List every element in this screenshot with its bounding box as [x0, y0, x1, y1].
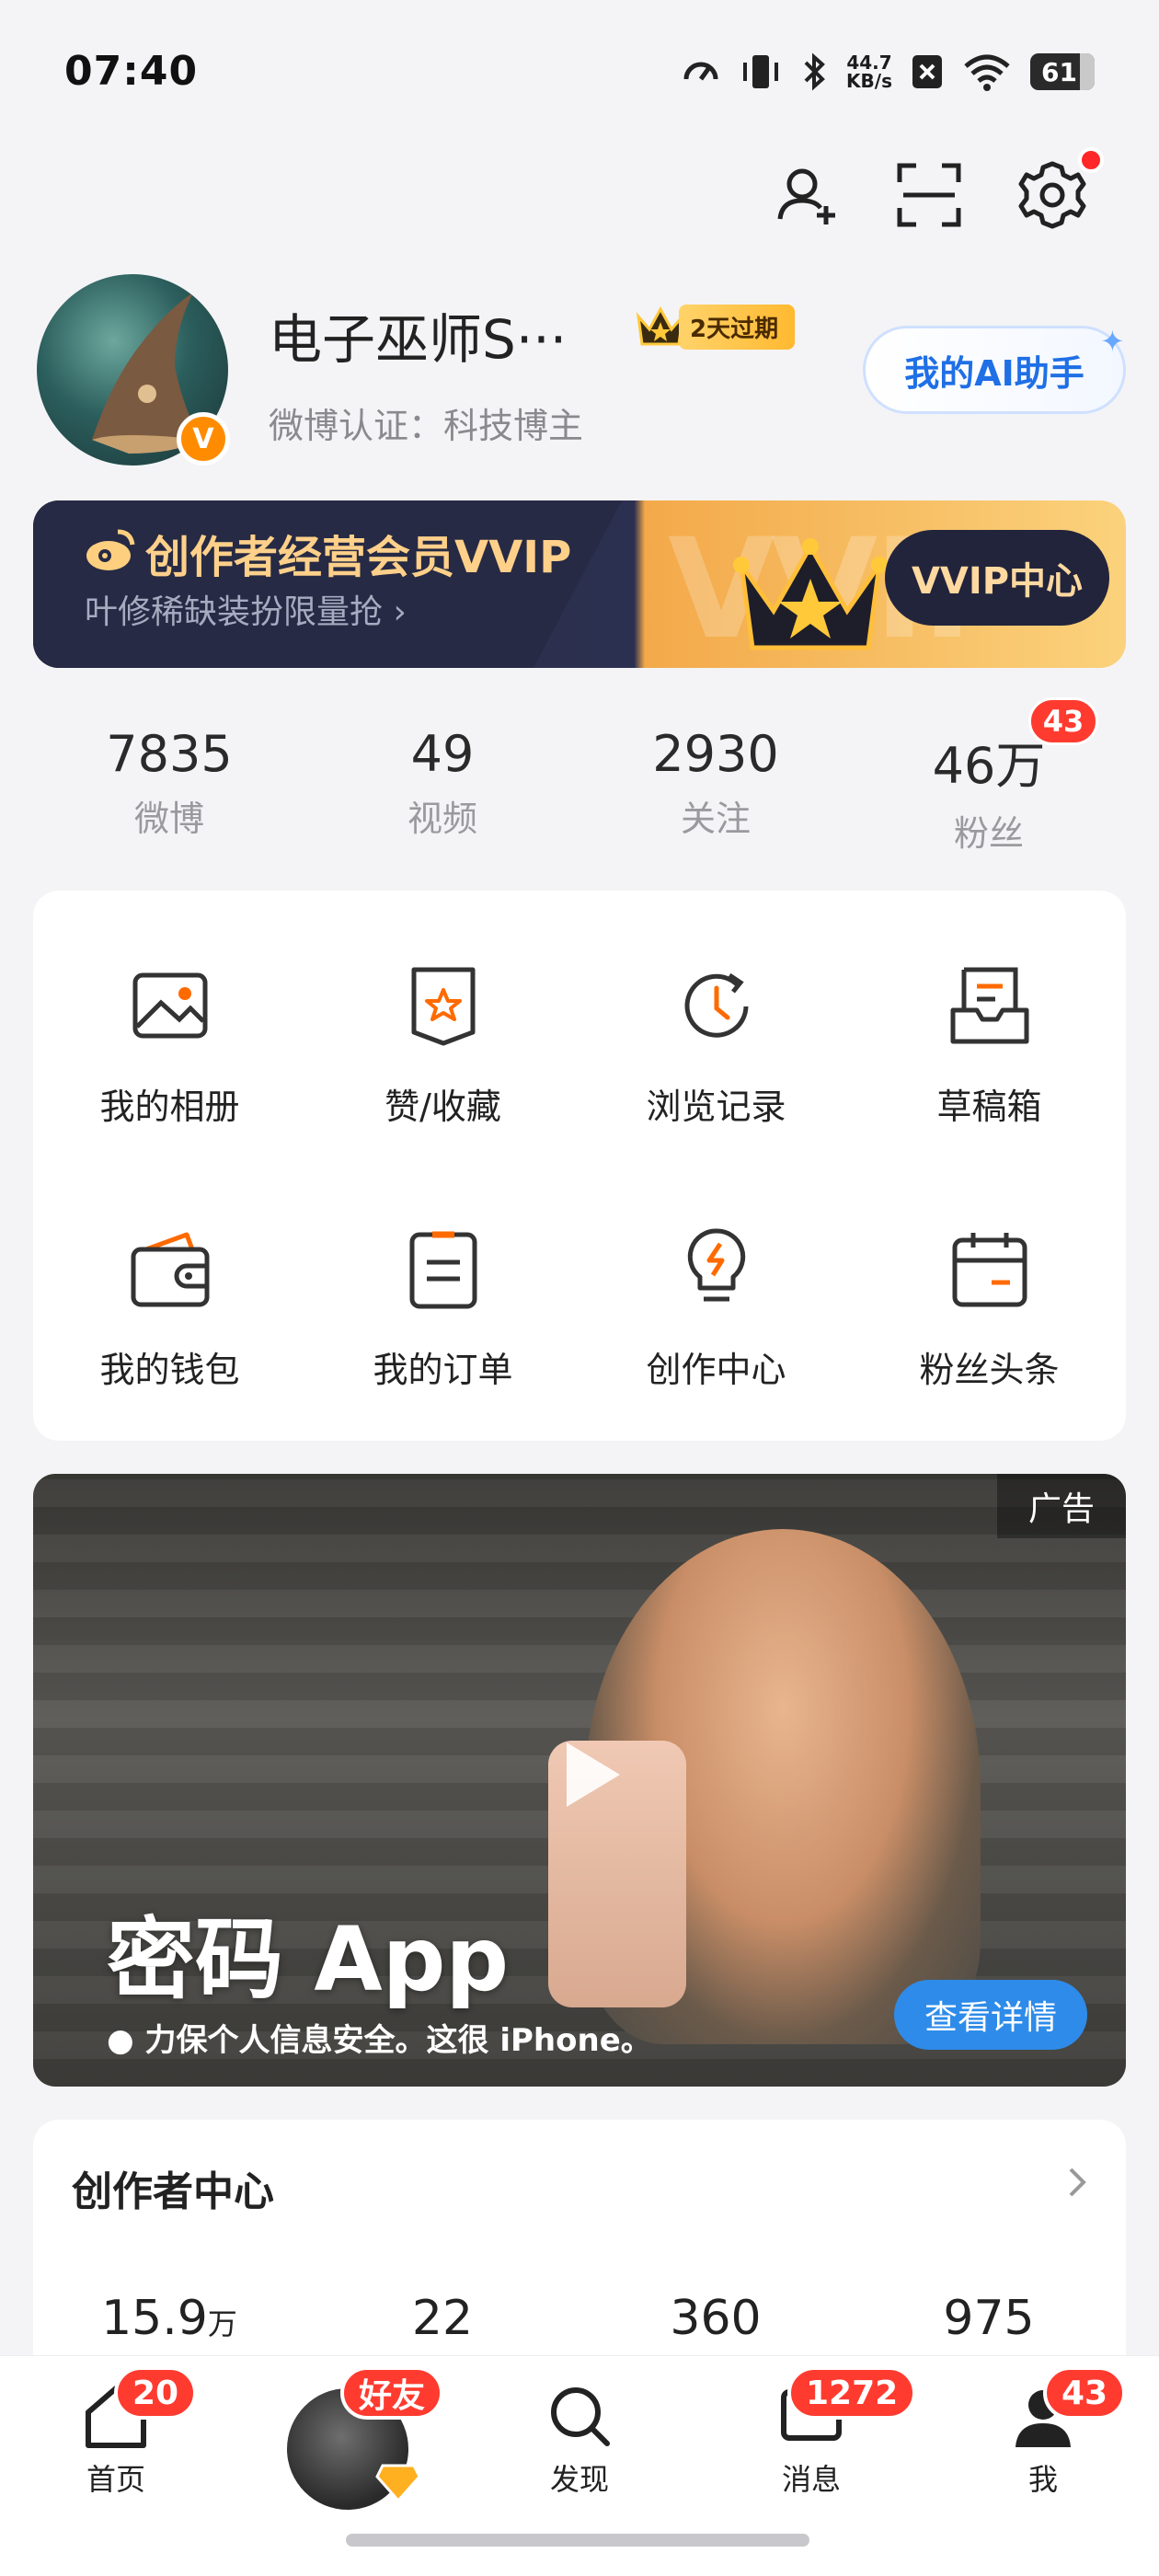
grid-item-orders[interactable]: 我的订单	[306, 1154, 580, 1411]
nav-label: 首页	[86, 2462, 145, 2497]
grid-item-drafts[interactable]: 草稿箱	[853, 891, 1126, 1148]
sim-off-icon	[912, 55, 942, 88]
stat-following[interactable]: 2930 关注	[578, 725, 854, 841]
calendar-icon	[952, 1233, 1027, 1307]
vvip-title: 创作者经营会员VVIP	[145, 532, 572, 583]
vvip-banner[interactable]: VVIP 创作者经营会员VVIP 叶修稀缺装扮限量抢 › VVIP中心	[33, 500, 1126, 668]
play-icon[interactable]	[548, 1733, 631, 1816]
grid-item-fan-headlines[interactable]: 粉丝头条	[853, 1154, 1126, 1411]
verification-text: 微博认证：科技博主	[269, 406, 584, 446]
grid-item-history[interactable]: 浏览记录	[580, 891, 853, 1148]
nav-badge: 43	[1043, 2366, 1127, 2420]
settings-notification-dot	[1078, 147, 1104, 173]
home-indicator[interactable]	[346, 2534, 809, 2547]
stat-value: 2930	[652, 725, 779, 783]
creator-stat[interactable]: 22	[304, 2291, 580, 2346]
status-bar: 07:40 44.7 KB/s 61	[0, 0, 1159, 138]
ad-details-button[interactable]: 查看详情	[894, 1980, 1087, 2050]
speedometer-icon	[683, 62, 718, 81]
photo-album-icon	[132, 972, 207, 1039]
vibrate-icon	[743, 55, 779, 88]
grid-label: 粉丝头条	[919, 1350, 1060, 1390]
orders-icon	[409, 1231, 476, 1309]
settings-icon[interactable]	[1016, 158, 1089, 232]
wallet-icon	[131, 1232, 209, 1307]
chevron-right-icon[interactable]	[1058, 2162, 1095, 2202]
stat-posts[interactable]: 7835 微博	[31, 725, 307, 841]
stat-value: 7835	[106, 725, 233, 783]
grid-label: 我的钱包	[99, 1350, 240, 1390]
grid-label: 创作中心	[646, 1350, 786, 1390]
grid-label: 浏览记录	[646, 1087, 786, 1127]
stat-label: 视频	[407, 799, 477, 839]
verified-badge: V	[177, 412, 230, 466]
nav-label: 消息	[781, 2462, 841, 2497]
grid-item-favorites[interactable]: 赞/收藏	[306, 891, 580, 1148]
stat-value: 49	[410, 725, 475, 783]
creator-stat[interactable]: 975	[851, 2291, 1127, 2346]
ad-label: 广告	[997, 1474, 1126, 1538]
creator-stat[interactable]: 15.9万	[31, 2291, 307, 2346]
clock: 07:40	[64, 48, 199, 95]
history-icon	[684, 972, 748, 1038]
grid-label: 我的相册	[99, 1087, 240, 1127]
stat-label: 微博	[133, 799, 204, 839]
add-user-icon[interactable]	[769, 158, 843, 232]
bluetooth-icon	[804, 52, 825, 91]
nav-badge: 20	[114, 2366, 198, 2420]
favorites-icon	[411, 967, 475, 1046]
sparkle-icon: ✦	[1100, 324, 1125, 359]
ad-card[interactable]: 广告 密码 App ● 力保个人信息安全。这很 iPhone。 查看详情	[33, 1474, 1126, 2087]
username[interactable]: 电子巫师S···	[269, 296, 567, 374]
ad-subtext: ● 力保个人信息安全。这很 iPhone。	[107, 2022, 652, 2059]
feature-grid: 我的相册 赞/收藏 浏览记录 草稿箱 我的钱包 我的订单 创作中心 粉丝头条	[33, 891, 1126, 1441]
creator-bulb-icon	[687, 1228, 745, 1302]
stat-videos[interactable]: 49 视频	[304, 725, 580, 841]
ai-assistant-button[interactable]: 我的AI助手	[863, 326, 1126, 414]
stat-label: 粉丝	[953, 813, 1024, 854]
crown-icon	[733, 538, 888, 650]
search-icon	[551, 2387, 610, 2446]
grid-label: 草稿箱	[936, 1087, 1042, 1127]
nav-discover[interactable]: 发现	[497, 2381, 662, 2499]
nav-badge: 好友	[340, 2366, 444, 2420]
battery-indicator: 61	[1030, 53, 1095, 90]
weibo-logo-icon	[86, 529, 135, 570]
status-icons: 44.7 KB/s 61	[681, 52, 1095, 92]
apple-logo-icon: ●	[107, 2022, 134, 2059]
nav-badge: 1272	[787, 2366, 917, 2420]
creator-center-title: 创作者中心	[72, 2168, 274, 2215]
vvip-subtitle[interactable]: 叶修稀缺装扮限量抢 ›	[85, 585, 407, 633]
grid-item-wallet[interactable]: 我的钱包	[33, 1154, 306, 1411]
vip-status-tag[interactable]: 2天过期	[635, 304, 796, 350]
nav-label: 发现	[549, 2462, 609, 2497]
stat-fans[interactable]: 46万 粉丝	[851, 725, 1127, 856]
grid-item-album[interactable]: 我的相册	[33, 891, 306, 1148]
ad-headline: 密码 App	[107, 1908, 510, 2011]
nav-label: 我	[1027, 2462, 1058, 2497]
scan-icon[interactable]	[892, 158, 966, 232]
fans-count-badge: 43	[1028, 697, 1098, 745]
drafts-icon	[950, 967, 1028, 1044]
network-speed: 44.7 KB/s	[846, 52, 892, 92]
grid-label: 我的订单	[373, 1350, 513, 1390]
vip-expiry-text: 2天过期	[679, 304, 796, 350]
grid-label: 赞/收藏	[384, 1087, 501, 1127]
vvip-center-button[interactable]: VVIP中心	[885, 530, 1109, 626]
creator-stat[interactable]: 360	[578, 2291, 854, 2346]
wifi-icon	[964, 54, 1010, 91]
diamond-icon	[375, 2464, 421, 2502]
grid-item-creator-center[interactable]: 创作中心	[580, 1154, 853, 1411]
stat-label: 关注	[680, 799, 751, 839]
